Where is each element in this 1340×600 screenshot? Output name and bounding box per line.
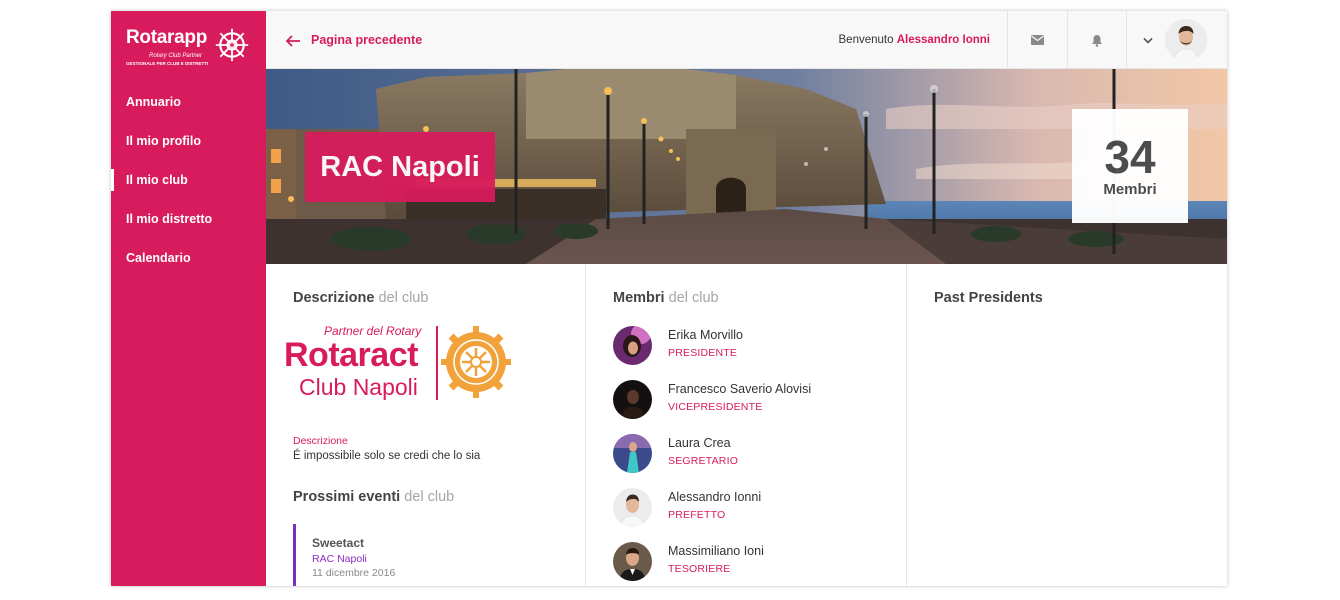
member-item[interactable]: Alessandro Ionni PREFETTO [613, 485, 893, 529]
members-title-light: del club [668, 290, 719, 306]
rotaract-wheel-icon [441, 326, 511, 398]
club-logo-name: Rotaract [284, 336, 418, 374]
club-logo: Partner del Rotary Rotaract Club Napoli [284, 324, 524, 404]
event-date: 11 dicembre 2016 [312, 567, 396, 579]
events-title-light: del club [404, 489, 455, 505]
member-name: Francesco Saverio Alovisi [668, 382, 812, 396]
member-item[interactable]: Francesco Saverio Alovisi VICEPRESIDENTE [613, 377, 893, 421]
member-avatar [613, 488, 652, 527]
mail-button[interactable] [1007, 11, 1067, 69]
club-name-badge: RAC Napoli [305, 132, 495, 202]
sidebar-item-profilo[interactable]: Il mio profilo [111, 122, 266, 161]
rotary-wheel-icon [215, 28, 249, 62]
club-description-column: Descrizione del club Partner del Rotary … [266, 264, 586, 586]
member-count: 34 [1104, 131, 1156, 183]
member-role: SEGRETARIO [668, 455, 739, 467]
members-title: Membri del club [613, 290, 719, 306]
sidebar-nav: Annuario Il mio profilo Il mio club Il m… [111, 83, 266, 278]
member-item[interactable]: Massimiliano Ioni TESORIERE [613, 539, 893, 583]
mail-icon [1031, 35, 1044, 45]
back-button[interactable]: Pagina precedente [285, 11, 423, 69]
brand-name: Rotarapp [126, 27, 207, 48]
user-menu[interactable] [1126, 11, 1227, 69]
app-window: Rotarapp Rotary Club Partner GESTIONALE … [111, 11, 1227, 586]
member-avatar [613, 326, 652, 365]
sidebar-item-club[interactable]: Il mio club [111, 161, 266, 200]
member-role: TESORIERE [668, 563, 731, 575]
past-presidents-title: Past Presidents [934, 290, 1043, 306]
member-role: VICEPRESIDENTE [668, 401, 763, 413]
sidebar: Rotarapp Rotary Club Partner GESTIONALE … [111, 11, 266, 586]
member-item[interactable]: Erika Morvillo PRESIDENTE [613, 323, 893, 367]
member-avatar [613, 380, 652, 419]
events-title: Prossimi eventi del club [293, 489, 454, 505]
member-avatar [613, 434, 652, 473]
event-name: Sweetact [312, 536, 365, 550]
user-name[interactable]: Alessandro Ionni [897, 34, 990, 46]
arrow-left-icon [285, 35, 300, 47]
member-role: PRESIDENTE [668, 347, 738, 359]
past-presidents-column: Past Presidents [907, 264, 1227, 586]
member-avatar [613, 542, 652, 581]
back-label: Pagina precedente [311, 33, 423, 47]
member-name: Laura Crea [668, 436, 731, 450]
description-title-light: del club [378, 290, 429, 306]
notifications-button[interactable] [1067, 11, 1126, 69]
welcome-text: Benvenuto [838, 34, 894, 46]
description-title-bold: Descrizione [293, 290, 375, 306]
events-title-bold: Prossimi eventi [293, 489, 401, 505]
chevron-down-icon [1143, 37, 1153, 44]
member-name: Alessandro Ionni [668, 490, 762, 504]
sidebar-item-calendario[interactable]: Calendario [111, 239, 266, 278]
description-label: Descrizione [293, 435, 348, 447]
member-role: PREFETTO [668, 509, 726, 521]
member-count-box: 34 Membri [1072, 109, 1188, 223]
event-club: RAC Napoli [312, 553, 367, 565]
club-members-column: Membri del club Erika Morvillo PRESIDENT… [586, 264, 907, 586]
user-avatar[interactable] [1165, 19, 1207, 61]
club-logo-divider [436, 326, 438, 400]
club-hero-banner: RAC Napoli 34 Membri [266, 69, 1227, 264]
member-name: Massimiliano Ioni [668, 544, 764, 558]
bell-icon [1092, 34, 1102, 47]
members-title-bold: Membri [613, 290, 665, 306]
member-count-label: Membri [1103, 181, 1157, 198]
sidebar-item-annuario[interactable]: Annuario [111, 83, 266, 122]
topbar: Pagina precedente Benvenuto Alessandro I… [266, 11, 1227, 69]
event-item[interactable]: Sweetact RAC Napoli 11 dicembre 2016 [293, 524, 553, 586]
member-name: Erika Morvillo [668, 328, 744, 342]
brand-subtitle: GESTIONALE PER CLUB E DISTRETTI [126, 61, 209, 66]
description-text: É impossibile solo se credi che lo sia [293, 450, 481, 462]
brand-logo[interactable]: Rotarapp Rotary Club Partner GESTIONALE … [126, 27, 256, 71]
user-photo [1165, 19, 1207, 61]
club-logo-city: Club Napoli [299, 374, 418, 400]
welcome-message: Benvenuto Alessandro Ionni [839, 11, 991, 69]
sidebar-item-distretto[interactable]: Il mio distretto [111, 200, 266, 239]
brand-tagline: Rotary Club Partner [149, 53, 203, 59]
member-item[interactable]: Laura Crea SEGRETARIO [613, 431, 893, 475]
description-title: Descrizione del club [293, 290, 428, 306]
